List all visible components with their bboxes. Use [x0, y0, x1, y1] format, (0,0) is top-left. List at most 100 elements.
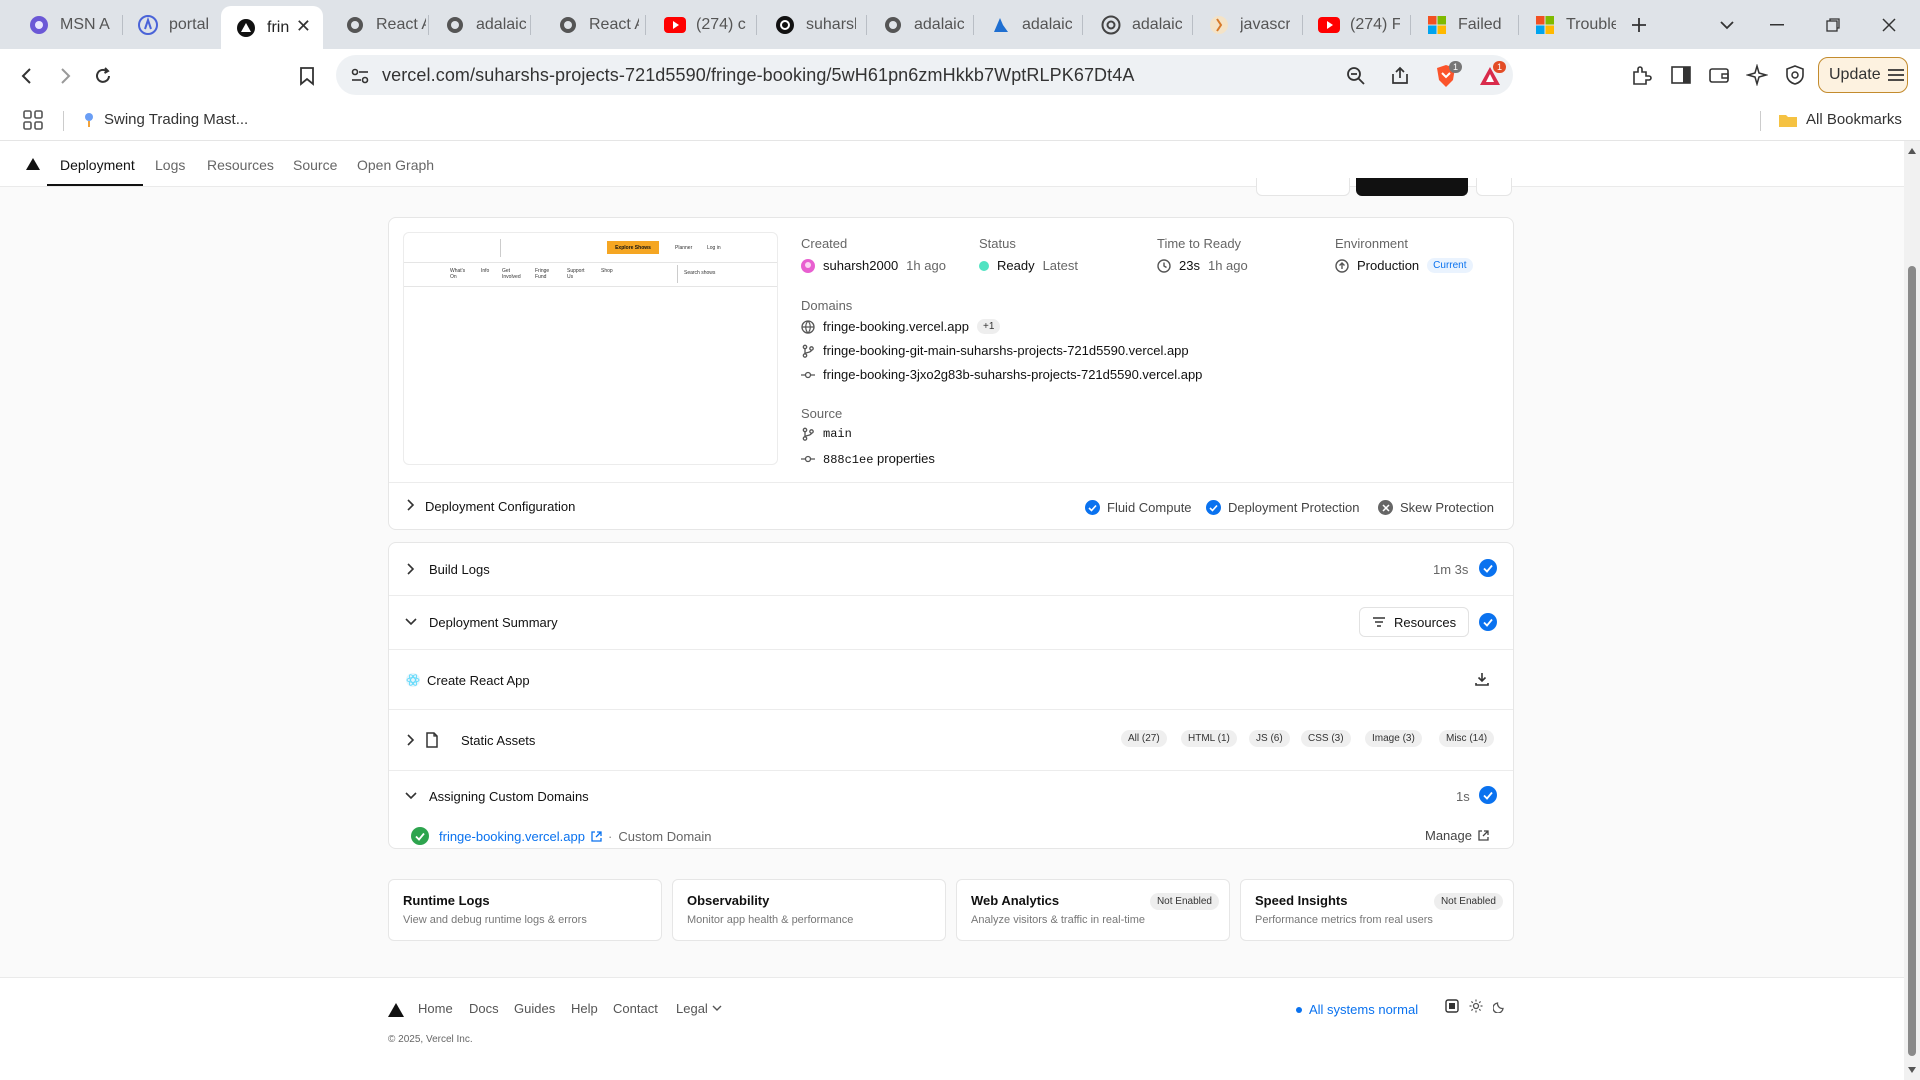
asset-filter-js[interactable]: JS (6) [1249, 730, 1290, 747]
deployment-preview[interactable]: Explore Shows Planner Log in What's On I… [403, 232, 778, 465]
theme-switcher [1444, 998, 1508, 1014]
asset-filter-all[interactable]: All (27) [1121, 730, 1167, 747]
resources-button[interactable]: Resources [1359, 607, 1470, 637]
browser-tab[interactable]: React A [543, 7, 643, 43]
status-label: Status [979, 236, 1016, 251]
browser-tab[interactable]: MSN A [14, 7, 122, 43]
tab-open-graph[interactable]: Open Graph [357, 157, 434, 173]
vercel-logo-icon[interactable] [26, 158, 40, 170]
back-icon[interactable] [12, 61, 42, 91]
header-primary-button[interactable] [1356, 178, 1468, 196]
site-settings-icon[interactable] [348, 64, 372, 88]
footer-link-legal[interactable]: Legal [676, 1001, 722, 1016]
system-theme-icon[interactable] [1444, 998, 1460, 1014]
bookmark-item[interactable]: Swing Trading Mast... [82, 111, 248, 128]
share-icon[interactable] [1388, 64, 1412, 88]
update-button[interactable]: Update [1818, 57, 1908, 93]
runtime-logs-card[interactable]: Runtime Logs View and debug runtime logs… [388, 879, 662, 941]
observability-card[interactable]: Observability Monitor app health & perfo… [672, 879, 946, 941]
browser-tab-active[interactable]: frin ✕ [221, 6, 323, 49]
vercel-logo-icon[interactable] [388, 1003, 404, 1017]
asset-filter-html[interactable]: HTML (1) [1181, 730, 1237, 747]
browser-tab[interactable]: (274) F [1304, 7, 1408, 43]
browser-tab[interactable]: portal [123, 7, 221, 43]
vpn-icon[interactable] [1782, 62, 1808, 88]
browser-tab[interactable]: suharsh [760, 7, 860, 43]
asset-filter-css[interactable]: CSS (3) [1301, 730, 1351, 747]
asset-filter-misc[interactable]: Misc (14) [1439, 730, 1495, 747]
asset-filter-image[interactable]: Image (3) [1365, 730, 1422, 747]
browser-tab[interactable]: (274) c [650, 7, 750, 43]
external-link-icon[interactable] [591, 830, 602, 842]
footer-link-guides[interactable]: Guides [514, 1001, 555, 1016]
extensions-icon[interactable] [1628, 62, 1654, 88]
custom-domains-row[interactable]: Assigning Custom Domains 1s fringe-booki… [389, 770, 1513, 849]
deployment-summary-row[interactable]: Deployment Summary Resources [389, 595, 1513, 649]
new-tab-icon[interactable] [1624, 10, 1654, 40]
scroll-thumb[interactable] [1908, 266, 1916, 1056]
page-scrollbar[interactable] [1904, 141, 1920, 1080]
tab-source[interactable]: Source [293, 157, 337, 173]
tab-deployment[interactable]: Deployment [60, 157, 135, 173]
tab-logs[interactable]: Logs [155, 157, 185, 173]
branch-name[interactable]: main [823, 427, 852, 441]
manage-link[interactable]: Manage [1425, 828, 1489, 843]
build-logs-row[interactable]: Build Logs 1m 3s [389, 543, 1513, 595]
url-text[interactable]: vercel.com/suharshs-projects-721d5590/fr… [382, 65, 1134, 86]
tab-search-chevron-icon[interactable] [1712, 10, 1742, 40]
static-assets-row[interactable]: Static Assets All (27) HTML (1) JS (6) C… [389, 709, 1513, 770]
footer-link-help[interactable]: Help [571, 1001, 598, 1016]
speed-insights-card[interactable]: Speed Insights Performance metrics from … [1240, 879, 1514, 941]
dark-theme-icon[interactable] [1492, 998, 1508, 1014]
footer-link-docs[interactable]: Docs [469, 1001, 499, 1016]
close-window-icon[interactable] [1874, 10, 1904, 40]
system-status-link[interactable]: All systems normal [1296, 1002, 1418, 1017]
sidebar-icon[interactable] [1668, 62, 1694, 88]
reload-icon[interactable] [88, 61, 118, 91]
preview-menu-item: Info [481, 268, 490, 274]
download-icon[interactable] [1474, 671, 1490, 687]
close-tab-icon[interactable]: ✕ [296, 16, 311, 37]
domain-link[interactable]: fringe-booking-3jxo2g83b-suharshs-projec… [823, 367, 1202, 382]
browser-tab[interactable]: adalaic [976, 7, 1076, 43]
tab-resources[interactable]: Resources [207, 157, 274, 173]
page-content: Deployment Logs Resources Source Open Gr… [0, 141, 1920, 1080]
header-action-button[interactable] [1256, 178, 1350, 196]
custom-domain-link[interactable]: fringe-booking.vercel.app [439, 829, 585, 844]
created-user[interactable]: suharsh2000 [823, 258, 898, 273]
browser-tab[interactable]: adalaic [1086, 7, 1190, 43]
browser-tab[interactable]: adalaic [868, 7, 968, 43]
forward-icon[interactable] [50, 61, 80, 91]
deployment-configuration-row[interactable]: Deployment Configuration Fluid Compute D… [389, 482, 1513, 529]
commit-hash[interactable]: 888c1ee [823, 453, 873, 467]
domain-link[interactable]: fringe-booking.vercel.app [823, 319, 969, 334]
file-icon [425, 732, 439, 748]
browser-tab[interactable]: Failed [1412, 7, 1516, 43]
domain-link[interactable]: fringe-booking-git-main-suharshs-project… [823, 343, 1189, 358]
wallet-icon[interactable] [1706, 62, 1732, 88]
brave-rewards-icon[interactable]: 1 [1478, 61, 1506, 88]
header-more-button[interactable] [1476, 178, 1512, 196]
scroll-up-icon[interactable] [1907, 147, 1917, 155]
address-bar[interactable]: vercel.com/suharshs-projects-721d5590/fr… [336, 55, 1513, 95]
restore-icon[interactable] [1818, 10, 1848, 40]
brave-shields-icon[interactable]: 1 [1434, 61, 1462, 88]
footer-link-home[interactable]: Home [418, 1001, 453, 1016]
bookmark-icon[interactable] [292, 61, 322, 91]
active-tab-indicator [47, 184, 143, 186]
zoom-icon[interactable] [1344, 64, 1368, 88]
all-bookmarks-button[interactable]: All Bookmarks [1778, 111, 1902, 128]
more-domains-badge[interactable]: +1 [976, 319, 1001, 334]
browser-tab[interactable]: React A [330, 7, 428, 43]
browser-tab[interactable]: javascr [1194, 7, 1300, 43]
scroll-down-icon[interactable] [1907, 1066, 1917, 1074]
browser-tab[interactable]: Trouble [1520, 7, 1624, 43]
browser-tab[interactable]: adalaic [430, 7, 530, 43]
minimize-icon[interactable] [1762, 10, 1792, 40]
apps-grid-icon[interactable] [22, 109, 44, 131]
web-analytics-card[interactable]: Web Analytics Analyze visitors & traffic… [956, 879, 1230, 941]
footer-link-contact[interactable]: Contact [613, 1001, 658, 1016]
leo-ai-icon[interactable] [1744, 62, 1770, 88]
light-theme-icon[interactable] [1468, 998, 1484, 1014]
deployment-subnav: Deployment Logs Resources Source Open Gr… [0, 141, 1904, 187]
